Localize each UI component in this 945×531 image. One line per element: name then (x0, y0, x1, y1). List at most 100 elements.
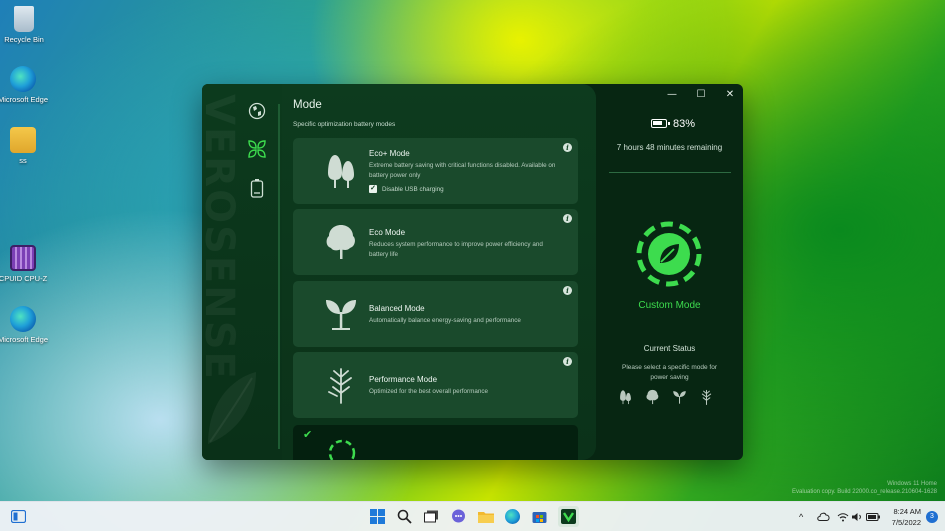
checkbox-label: Disable USB charging (382, 185, 444, 193)
search-icon (397, 509, 412, 524)
edge-desktop-icon-2[interactable]: Microsoft Edge (0, 306, 49, 344)
verosense-taskbar-button[interactable] (558, 506, 579, 527)
sprout-icon[interactable] (672, 388, 687, 406)
ss-folder-desktop-icon[interactable]: ss (0, 127, 49, 165)
balanced-mode-card[interactable]: i Balanced Mode Automatically balance en… (293, 281, 578, 347)
current-status-heading: Current Status (643, 344, 696, 353)
wifi-icon (837, 512, 849, 521)
desktop-icon-label: CPUID CPU-Z (0, 274, 48, 283)
mode-description: Optimized for the best overall performan… (369, 388, 488, 395)
desktop-icon-label: Microsoft Edge (0, 335, 49, 344)
info-icon[interactable]: i (563, 286, 572, 295)
onedrive-button[interactable] (816, 508, 830, 525)
rail-globe-button[interactable] (246, 100, 268, 122)
current-mode-leaf-icon (636, 221, 702, 287)
sprout-icon (326, 300, 356, 330)
eco-plus-mode-card[interactable]: i Eco+ Mode Extreme battery saving with … (293, 138, 578, 204)
wifi-button[interactable] (837, 508, 849, 525)
checkbox-checked-icon[interactable]: ✓ (369, 185, 377, 193)
leaf-watermark-icon (208, 372, 256, 444)
branch-icon[interactable] (699, 388, 714, 406)
brand-watermark: VEROSENSE (202, 94, 242, 381)
tray-chevron[interactable]: ^ (799, 502, 803, 531)
cpu-chip-icon (10, 245, 36, 271)
globe-icon (248, 102, 266, 120)
status-divider (609, 172, 731, 173)
volume-button[interactable] (851, 508, 863, 525)
speaker-icon (852, 512, 861, 521)
mode-name: Balanced Mode (369, 304, 425, 313)
battery-level-fill (653, 121, 662, 125)
os-evaluation-watermark: Windows 11 Home Evaluation copy. Build 2… (792, 480, 937, 496)
clock-time: 8:24 AM (893, 507, 921, 516)
mode-name: Eco+ Mode (369, 149, 410, 158)
page-subtitle: Specific optimization battery modes (293, 121, 396, 128)
chat-icon (452, 509, 465, 523)
widgets-button[interactable] (10, 508, 27, 525)
tree-icon[interactable] (645, 388, 660, 406)
verosense-window: VEROSENSE Mode Specific optimization bat… (202, 84, 743, 460)
eco-mode-card[interactable]: i Eco Mode Reduces system performance to… (293, 209, 578, 275)
mode-icon-row (618, 388, 714, 406)
cloud-icon (816, 512, 830, 521)
current-status-text: Please select a specific mode for power … (621, 364, 718, 381)
rail-mode-button[interactable] (246, 138, 268, 160)
store-icon (532, 512, 547, 523)
edge-desktop-icon[interactable]: Microsoft Edge (0, 66, 49, 104)
folder-icon (10, 127, 36, 153)
maximize-button[interactable]: ☐ (694, 88, 708, 102)
os-watermark-line: Evaluation copy. Build 22000.co_release.… (792, 489, 937, 495)
edge-icon (505, 509, 520, 524)
chat-button[interactable] (450, 508, 467, 525)
battery-tray-button[interactable] (866, 508, 880, 525)
desktop-icon-label: Microsoft Edge (0, 95, 49, 104)
cpuz-desktop-icon[interactable]: CPUID CPU-Z (0, 245, 49, 283)
trees-icon[interactable] (618, 388, 633, 406)
battery-icon (866, 512, 880, 521)
store-button[interactable] (531, 508, 548, 525)
info-icon[interactable]: i (563, 214, 572, 223)
task-view-icon (424, 510, 438, 523)
notification-badge[interactable]: 3 (926, 511, 938, 523)
navigation-rail: VEROSENSE (202, 84, 282, 460)
edge-icon (10, 66, 36, 92)
folder-icon (477, 512, 494, 523)
mode-description: Automatically balance energy-saving and … (369, 317, 521, 324)
mode-name: Performance Mode (369, 375, 438, 384)
recycle-bin-desktop-icon[interactable]: Recycle Bin (0, 6, 50, 44)
disable-usb-charging-checkbox[interactable]: ✓ Disable USB charging (369, 185, 444, 193)
performance-mode-card[interactable]: i Performance Mode Optimized for the bes… (293, 352, 578, 418)
task-view-button[interactable] (423, 508, 440, 525)
edge-taskbar-button[interactable] (504, 508, 521, 525)
mode-description: Reduces system performance to improve po… (369, 241, 543, 258)
rail-battery-button[interactable] (246, 177, 268, 199)
custom-mode-card[interactable]: ✔ (293, 425, 578, 460)
file-explorer-button[interactable] (477, 508, 494, 525)
close-button[interactable]: ✕ (723, 88, 737, 102)
widgets-icon (11, 510, 26, 523)
edge-icon (10, 306, 36, 332)
clock[interactable]: 8:24 AM 7/5/2022 (892, 506, 921, 528)
battery-percent: 83% (673, 118, 696, 130)
minimize-button[interactable]: — (665, 88, 679, 102)
custom-mode-ring-icon (328, 439, 356, 460)
verosense-app-icon (561, 509, 576, 524)
taskbar: ^ 8:24 AM 7/5/2022 3 (0, 501, 945, 531)
current-mode-label: Custom Mode (638, 300, 701, 311)
windows-logo-icon (370, 509, 385, 524)
info-icon[interactable]: i (563, 357, 572, 366)
start-button[interactable] (369, 508, 386, 525)
clock-date: 7/5/2022 (891, 518, 921, 527)
desktop-icon-label: ss (19, 156, 27, 165)
rail-divider (278, 104, 280, 449)
mode-name: Eco Mode (369, 228, 406, 237)
mode-description: Extreme battery saving with critical fun… (369, 162, 556, 179)
search-button[interactable] (396, 508, 413, 525)
info-icon[interactable]: i (563, 143, 572, 152)
selected-check-icon: ✔ (303, 428, 313, 441)
battery-icon (651, 119, 670, 128)
battery-rail-icon (250, 179, 264, 198)
trees-icon (328, 155, 354, 188)
status-panel: — ☐ ✕ 83% 7 hours 48 minutes remaining C… (596, 84, 743, 460)
modes-panel: Mode Specific optimization battery modes… (282, 84, 596, 460)
